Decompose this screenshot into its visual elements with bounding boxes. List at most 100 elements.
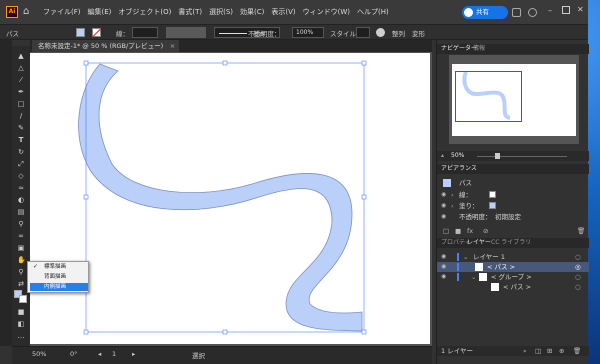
stroke-visibility-icon[interactable]: ◉ <box>441 190 446 200</box>
layer1-visibility-icon[interactable]: ◉ <box>441 252 446 262</box>
appearance-fill-row[interactable]: ◉ › 塗り： <box>437 201 589 211</box>
appearance-fill-swatch[interactable] <box>489 202 496 209</box>
type-tool-icon[interactable]: T <box>17 136 25 144</box>
share-button[interactable]: 共有 <box>462 6 508 19</box>
draw-mode-inside[interactable]: 内側描画 <box>30 283 88 291</box>
subpath-target-icon[interactable]: ○ <box>575 282 581 292</box>
clear-appearance-icon[interactable]: ⊘ <box>483 226 488 236</box>
handle-middle-right[interactable] <box>361 194 367 200</box>
navigator-zoom-slider-handle[interactable] <box>495 153 500 159</box>
clipping-mask-icon[interactable]: ◫ <box>535 346 541 356</box>
eyedropper-tool-icon[interactable]: ⚲ <box>17 220 25 228</box>
new-layer-icon[interactable]: ⊕ <box>559 346 564 356</box>
path-name[interactable]: < パス > <box>487 262 515 272</box>
handle-top-middle[interactable] <box>222 60 228 66</box>
locate-object-icon[interactable]: ⌕ <box>523 346 527 356</box>
fill-swatch[interactable] <box>76 28 85 37</box>
pencil-tool-icon[interactable]: ✎ <box>17 124 25 132</box>
zoom-level[interactable]: 50% <box>32 350 46 358</box>
draw-mode-behind[interactable]: 背面描画 <box>30 273 88 281</box>
recolor-icon[interactable] <box>376 28 385 37</box>
menu-select[interactable]: 選択(S) <box>209 7 233 17</box>
layer1-name[interactable]: レイヤー 1 <box>473 252 505 262</box>
layer-row-layer1[interactable]: ◉ ⌄ レイヤー 1 ○ <box>437 252 589 262</box>
menu-edit[interactable]: 編集(E) <box>88 7 112 17</box>
artboard-number[interactable]: 1 <box>112 350 116 358</box>
gradient-tool-icon[interactable]: ▤ <box>17 208 25 216</box>
style-select[interactable] <box>356 27 370 38</box>
add-stroke-icon[interactable]: □ <box>443 226 449 236</box>
add-fill-icon[interactable]: ■ <box>455 226 461 236</box>
group-name[interactable]: < グループ > <box>491 272 532 282</box>
artboard-tool-icon[interactable]: ▣ <box>17 244 25 252</box>
menu-object[interactable]: オブジェクト(O) <box>118 7 171 17</box>
close-tab-icon[interactable]: × <box>170 40 175 52</box>
handle-top-left[interactable] <box>83 60 89 66</box>
stroke-weight-input[interactable] <box>132 27 158 38</box>
subpath-name[interactable]: < パス > <box>503 282 531 292</box>
pen-tool-icon[interactable]: ✒ <box>17 88 25 96</box>
document-tab[interactable]: 名称未設定-1* @ 50 % (RGB/プレビュー) × <box>32 40 180 52</box>
zoom-tool-icon[interactable]: ⚲ <box>17 268 25 276</box>
tab-appearance[interactable]: アピアランス <box>441 164 477 174</box>
close-icon[interactable]: ✕ <box>577 5 584 14</box>
appearance-opacity-value[interactable]: 初期設定 <box>495 212 521 222</box>
menu-type[interactable]: 書式(T) <box>178 7 202 17</box>
arrange-icon[interactable] <box>528 8 537 17</box>
delete-item-icon[interactable]: 🗑 <box>577 226 585 236</box>
swap-fill-stroke-icon[interactable]: ⇄ <box>17 280 25 288</box>
draw-mode-normal[interactable]: ✓ 標準描画 <box>30 263 88 271</box>
handle-bottom-left[interactable] <box>83 329 89 335</box>
scale-tool-icon[interactable]: ⤢ <box>17 160 25 168</box>
tab-layers[interactable]: レイヤー <box>467 238 491 248</box>
appearance-stroke-row[interactable]: ◉ › 線： <box>437 190 589 200</box>
variable-width-select[interactable] <box>166 27 206 38</box>
group-expand-icon[interactable]: ⌄ <box>471 272 476 282</box>
navigator-view-box[interactable] <box>455 71 522 122</box>
blend-tool-icon[interactable]: ∞ <box>17 232 25 240</box>
navigator-zoom-slider[interactable] <box>477 156 567 157</box>
hand-tool-icon[interactable]: ✋ <box>17 256 26 264</box>
opacity-input[interactable]: 100% <box>292 27 324 38</box>
handle-bottom-middle[interactable] <box>222 329 228 335</box>
navigator-preview[interactable] <box>449 55 579 144</box>
fill-visibility-icon[interactable]: ◉ <box>441 201 446 211</box>
stroke-expand-icon[interactable]: › <box>451 190 454 200</box>
brush-tool-icon[interactable]: / <box>17 112 25 120</box>
delete-layer-icon[interactable]: 🗑 <box>573 346 581 356</box>
opacity-visibility-icon[interactable]: ◉ <box>441 212 446 222</box>
navigator-zoom-out-icon[interactable]: ▴ <box>441 151 444 161</box>
color-mode-icon[interactable]: ■ <box>17 308 25 316</box>
more-tools-icon[interactable]: … <box>17 332 25 340</box>
rotation-value[interactable]: 0° <box>70 350 77 358</box>
rectangle-tool-icon[interactable]: □ <box>17 100 25 108</box>
direct-selection-tool-icon[interactable]: △ <box>17 64 25 72</box>
menu-view[interactable]: 表示(V) <box>271 7 295 17</box>
magic-wand-tool-icon[interactable]: ⁄ <box>17 76 25 84</box>
path-target-icon[interactable]: ◎ <box>575 262 581 272</box>
prev-artboard-icon[interactable]: ◂ <box>98 350 101 358</box>
canvas-area[interactable] <box>30 52 432 346</box>
tab-navigator[interactable]: ナビゲーター <box>441 44 477 54</box>
minimize-icon[interactable]: – <box>548 6 552 15</box>
maximize-icon[interactable] <box>562 6 570 14</box>
fill-expand-icon[interactable]: › <box>451 201 454 211</box>
search-icon[interactable] <box>512 8 521 17</box>
align-button[interactable]: 整列 <box>392 28 405 38</box>
width-tool-icon[interactable]: ≈ <box>17 184 25 192</box>
menu-file[interactable]: ファイル(F) <box>43 7 81 17</box>
shape-builder-tool-icon[interactable]: ◐ <box>17 196 25 204</box>
selection-tool-icon[interactable]: ▲ <box>17 52 25 60</box>
layer-row-group[interactable]: ◉ ⌄ < グループ > ○ <box>437 272 589 282</box>
tab-libraries[interactable]: CC ライブラリ <box>491 238 531 248</box>
new-sublayer-icon[interactable]: ⊞ <box>547 346 552 356</box>
group-target-icon[interactable]: ○ <box>575 272 581 282</box>
stroke-swatch[interactable] <box>91 28 102 38</box>
menu-window[interactable]: ウィンドウ(W) <box>303 7 350 17</box>
appearance-opacity-row[interactable]: ◉ 不透明度： 初期設定 <box>437 212 589 222</box>
tab-info[interactable]: 情報 <box>473 44 485 54</box>
menu-help[interactable]: ヘルプ(H) <box>357 7 389 17</box>
rotate-tool-icon[interactable]: ↻ <box>17 148 25 156</box>
navigator-zoom[interactable]: 50% <box>451 151 464 161</box>
menu-effect[interactable]: 効果(C) <box>240 7 264 17</box>
